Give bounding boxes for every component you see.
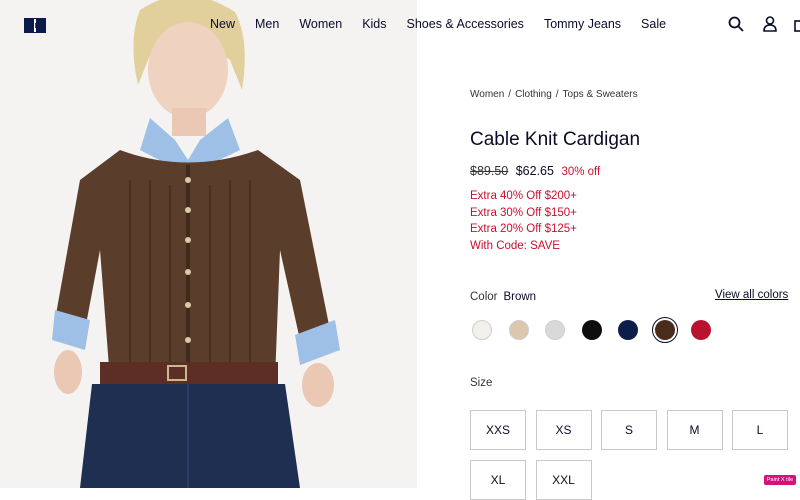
product-title: Cable Knit Cardigan [470, 129, 641, 150]
view-all-colors-link[interactable]: View all colors [715, 289, 788, 301]
color-swatch-ivory[interactable] [472, 320, 492, 340]
promo-list: Extra 40% Off $200+ Extra 30% Off $150+ … [470, 188, 577, 255]
main-nav: New Men Women Kids Shoes & Accessories T… [210, 17, 666, 31]
color-label: Color [470, 291, 498, 303]
search-icon[interactable] [727, 15, 745, 33]
color-swatch-brown[interactable] [651, 317, 678, 343]
floating-badge[interactable]: Paint X tile [764, 475, 796, 485]
nav-new[interactable]: New [210, 17, 235, 31]
breadcrumb-separator: / [508, 89, 512, 100]
size-option-l[interactable]: L [732, 410, 788, 450]
nav-kids[interactable]: Kids [362, 17, 386, 31]
nav-sale[interactable]: Sale [641, 17, 666, 31]
discount-label: 30% off [561, 166, 601, 178]
color-swatch-red[interactable] [691, 320, 711, 340]
color-selection: Color Brown [470, 291, 536, 303]
size-option-m[interactable]: M [666, 410, 723, 450]
color-swatch-navy[interactable] [618, 320, 638, 340]
nav-tommy-jeans[interactable]: Tommy Jeans [544, 17, 621, 31]
breadcrumb-clothing[interactable]: Clothing [515, 89, 552, 100]
size-option-xs[interactable]: XS [535, 410, 592, 450]
promo-code: With Code: SAVE [470, 240, 560, 253]
nav-shoes-accessories[interactable]: Shoes & Accessories [407, 17, 524, 31]
site-header: New Men Women Kids Shoes & Accessories T… [0, 0, 800, 52]
size-option-xl[interactable]: XL [470, 460, 526, 500]
model-photo [0, 0, 417, 488]
breadcrumb-women[interactable]: Women [470, 89, 504, 100]
nav-women[interactable]: Women [299, 17, 342, 31]
sale-price: $62.65 [515, 164, 554, 178]
selected-color: Brown [503, 291, 537, 303]
size-option-xxs[interactable]: XXS [470, 410, 526, 450]
size-label: Size [470, 377, 493, 389]
promo-line: Extra 20% Off $125+ [470, 223, 577, 236]
product-image[interactable] [0, 0, 417, 488]
breadcrumb-tops-sweaters[interactable]: Tops & Sweaters [563, 89, 638, 100]
breadcrumb-separator: / [555, 89, 559, 100]
color-swatch-grey-stripe[interactable] [545, 320, 565, 340]
nav-men[interactable]: Men [255, 17, 279, 31]
size-option-s[interactable]: S [601, 410, 657, 450]
user-icon[interactable] [761, 15, 779, 33]
promo-line: Extra 40% Off $200+ [470, 190, 577, 202]
price-block: $89.50 $62.65 30% off [470, 164, 600, 178]
bag-icon[interactable] [793, 15, 800, 33]
promo-line: Extra 30% Off $150+ [470, 206, 577, 219]
breadcrumb: Women / Clothing / Tops & Sweaters [470, 89, 638, 100]
original-price: $89.50 [470, 164, 509, 178]
size-option-xxl[interactable]: XXL [535, 460, 592, 500]
brand-flag-logo[interactable] [24, 18, 46, 33]
color-swatch-beige[interactable] [508, 320, 529, 340]
color-swatch-black[interactable] [581, 320, 602, 340]
